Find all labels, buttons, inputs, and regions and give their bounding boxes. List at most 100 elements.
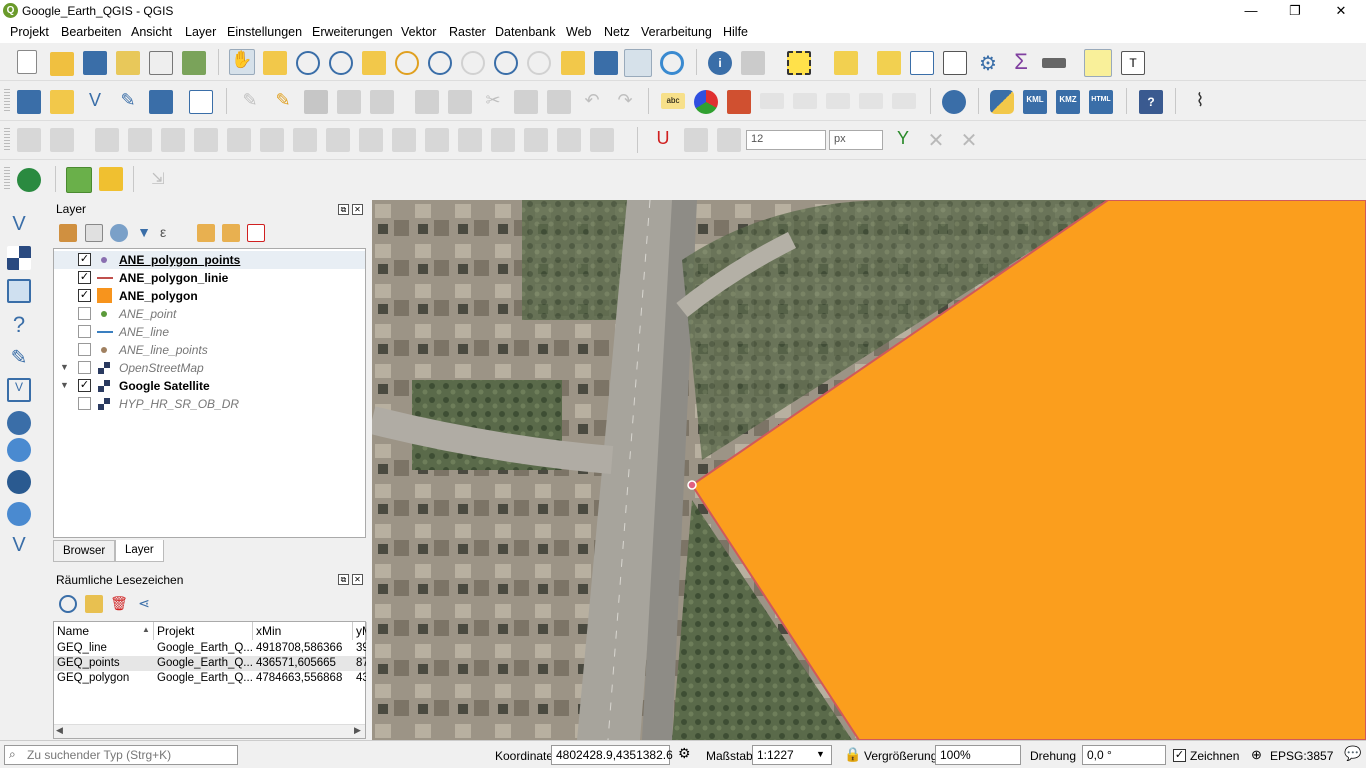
add-mesh-layer-icon[interactable] [7, 279, 31, 303]
add-raster-layer-icon[interactable] [7, 246, 31, 270]
horizontal-scrollbar[interactable]: ◀ ▶ [54, 724, 365, 738]
kmz-export-icon[interactable]: KMZ [1056, 90, 1080, 114]
layer-row[interactable]: ✓ ANE_polygon_points [54, 251, 365, 269]
zoom-selection-icon[interactable] [395, 51, 419, 75]
simplify-icon[interactable] [524, 128, 548, 152]
snap-intersection-icon[interactable]: ✕ [924, 128, 948, 152]
delete-part-icon[interactable] [194, 128, 218, 152]
run-action-icon[interactable] [741, 51, 765, 75]
delete-bookmark-icon[interactable]: 🗑 [110, 595, 128, 613]
layer-visibility-checkbox[interactable] [78, 307, 91, 320]
add-xyz-icon[interactable] [7, 470, 31, 494]
label-tool-icon[interactable]: abc [661, 93, 685, 109]
topological-editing-icon[interactable]: Y [891, 128, 915, 152]
layer-row[interactable]: ANE_line_points [54, 341, 365, 359]
pointer-tool-icon[interactable]: ⇲ [146, 169, 170, 193]
snap-vertex-icon[interactable] [684, 128, 708, 152]
menu-einstellungen[interactable]: Einstellungen [227, 25, 302, 39]
avoid-overlap-icon[interactable]: ✕ [957, 128, 981, 152]
menu-verarbeitung[interactable]: Verarbeitung [641, 25, 712, 39]
save-edits-icon[interactable] [304, 90, 328, 114]
python-console-icon[interactable] [990, 90, 1014, 114]
manage-visibility-icon[interactable] [110, 224, 128, 242]
plugin-globe-icon[interactable] [942, 90, 966, 114]
open-project-icon[interactable] [50, 52, 74, 76]
add-wfs-icon[interactable] [7, 502, 31, 526]
new-shapefile-icon[interactable]: V [83, 90, 107, 114]
reverse-line-icon[interactable] [557, 128, 581, 152]
offset-curve-icon[interactable] [260, 128, 284, 152]
close-button[interactable]: ✕ [1318, 0, 1364, 22]
menu-ansicht[interactable]: Ansicht [131, 25, 172, 39]
table-row[interactable]: GEQ_points Google_Earth_Q... 436571,605665… [54, 656, 366, 671]
open-layer-styling-icon[interactable] [59, 224, 77, 242]
split-features-icon[interactable] [326, 128, 350, 152]
copy-icon[interactable] [514, 90, 538, 114]
redo-icon[interactable]: ↷ [613, 90, 637, 114]
statistics-sigma-icon[interactable]: Σ [1009, 51, 1033, 75]
fill-ring-icon[interactable] [128, 128, 152, 152]
open-data-source-icon[interactable] [17, 90, 41, 114]
cut-icon[interactable]: ✂ [481, 90, 505, 114]
measure-line-icon[interactable] [1042, 58, 1066, 68]
table-row[interactable]: GEQ_polygon Google_Earth_Q... 4784663,5568… [54, 671, 366, 686]
layer-visibility-checkbox[interactable] [78, 397, 91, 410]
zoom-in-icon[interactable] [296, 51, 320, 75]
expand-arrow-icon[interactable]: ▼ [60, 362, 69, 372]
layer-visibility-checkbox[interactable] [78, 325, 91, 338]
column-header-name[interactable]: Name [54, 622, 154, 640]
menu-projekt[interactable]: Projekt [10, 25, 49, 39]
add-postgis-icon[interactable] [7, 411, 31, 435]
map-tips-icon[interactable] [1084, 49, 1112, 77]
save-project-icon[interactable] [83, 51, 107, 75]
html-export-icon[interactable]: HTML [1089, 90, 1113, 114]
new-bookmark-icon[interactable] [594, 51, 618, 75]
menu-netz[interactable]: Netz [604, 25, 630, 39]
snap-unit-select[interactable]: px [829, 130, 883, 150]
text-annotation-icon[interactable]: T [1121, 51, 1145, 75]
refresh-layer-icon[interactable] [17, 168, 41, 192]
toggle-editing-icon[interactable]: ✎ [271, 90, 295, 114]
digitize-tracing-icon[interactable]: ⌇ [1188, 90, 1212, 114]
layer-row[interactable]: ▼ ✓ Google Satellite [54, 377, 365, 395]
menu-web[interactable]: Web [566, 25, 591, 39]
pan-to-selection-icon[interactable] [263, 51, 287, 75]
magnifier-stepper[interactable]: 100% [935, 745, 1021, 765]
layer-row[interactable]: ✓ ANE_polygon [54, 287, 365, 305]
attribute-table-icon[interactable] [910, 51, 934, 75]
split-parts-icon[interactable] [293, 128, 317, 152]
pan-hand-icon[interactable]: ✋ [229, 49, 255, 75]
rotate-feature-icon[interactable] [590, 128, 614, 152]
new-bookmark-icon[interactable] [85, 595, 103, 613]
save-as-icon[interactable] [116, 51, 140, 75]
move-label-icon[interactable] [826, 93, 850, 109]
scroll-left-icon[interactable]: ◀ [56, 725, 63, 736]
menu-hilfe[interactable]: Hilfe [723, 25, 748, 39]
new-geopackage-icon[interactable] [50, 90, 74, 114]
layer-visibility-checkbox[interactable] [78, 361, 91, 374]
reshape-icon[interactable] [227, 128, 251, 152]
menu-layer[interactable]: Layer [185, 25, 216, 39]
remove-layer-icon[interactable] [247, 224, 265, 242]
lock-scale-icon[interactable]: 🔒 [844, 746, 861, 763]
layer-row[interactable]: HYP_HR_SR_OB_DR [54, 395, 365, 413]
zoom-out-icon[interactable] [329, 51, 353, 75]
float-panel-icon[interactable]: ⧉ [338, 574, 349, 585]
layer-visibility-checkbox[interactable]: ✓ [78, 289, 91, 302]
add-ring-icon[interactable] [50, 128, 74, 152]
column-header-projekt[interactable]: Projekt [154, 622, 253, 640]
zoom-to-bookmark-icon[interactable] [59, 595, 77, 613]
deselect-all-icon[interactable] [877, 51, 901, 75]
menu-raster[interactable]: Raster [449, 25, 486, 39]
paste-icon[interactable] [547, 90, 571, 114]
add-virtual-layer-icon[interactable]: V [7, 378, 31, 402]
expand-arrow-icon[interactable]: ▼ [60, 380, 69, 390]
messages-icon[interactable]: 💬 [1344, 745, 1361, 762]
add-feature-icon[interactable] [337, 90, 361, 114]
maximize-button[interactable]: ❐ [1272, 0, 1318, 22]
delete-ring-icon[interactable] [161, 128, 185, 152]
locator-search-input[interactable]: Zu suchender Typ (Strg+K) [4, 745, 238, 765]
processing-toolbox-icon[interactable]: ⚙ [976, 51, 1000, 75]
add-wcs-icon[interactable]: V [7, 534, 31, 558]
layer-row[interactable]: ANE_point [54, 305, 365, 323]
